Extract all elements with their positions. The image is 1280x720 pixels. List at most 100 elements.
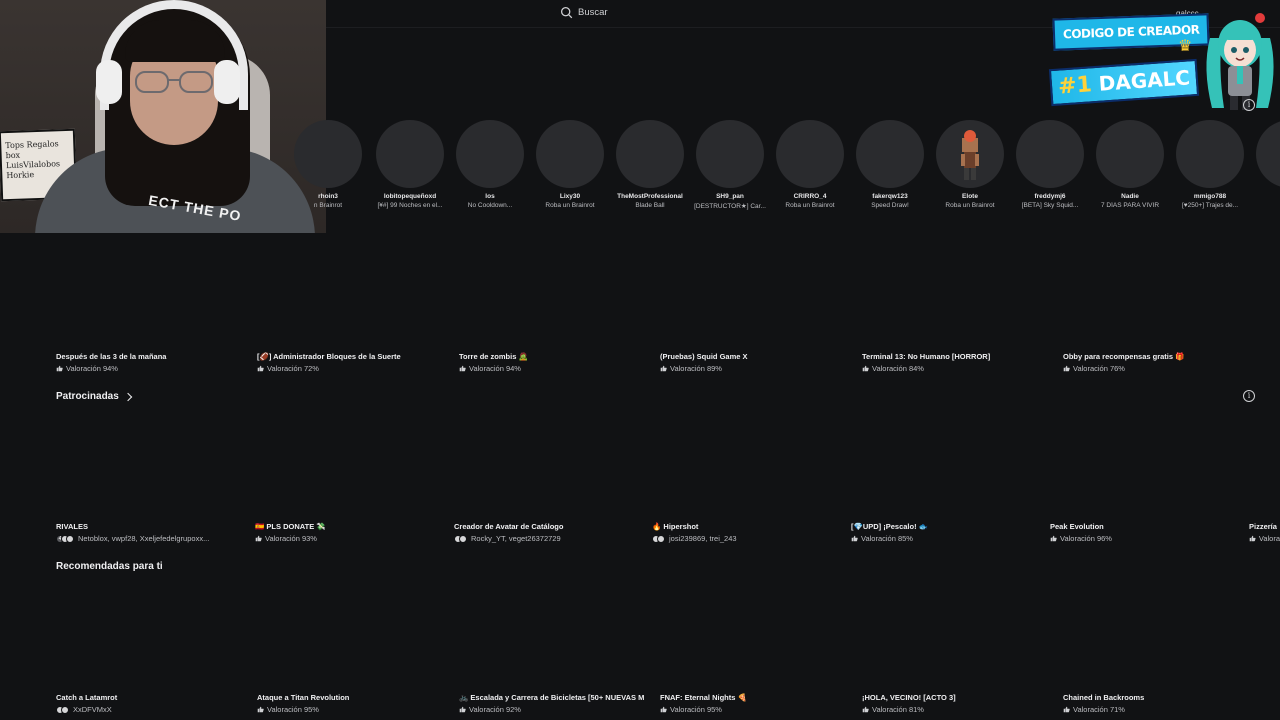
recommended-game-card[interactable]: FNAF: Eternal Nights 🍕 Valoración 95% [660, 693, 845, 714]
game-title: 🚲 Escalada y Carrera de Bicicletas [50+ … [459, 693, 644, 702]
friend-name: TheMostProfessional [617, 193, 683, 200]
friend-avatar[interactable] [856, 120, 924, 188]
game-title: Después de las 3 de la mañana [56, 352, 167, 361]
game-rating-text: Valoración 95% [670, 705, 722, 714]
recommended-section-title: Recomendadas para ti [56, 561, 163, 572]
recommended-game-card[interactable]: 🚲 Escalada y Carrera de Bicicletas [50+ … [459, 693, 644, 714]
friend-item[interactable]: lobitopequeñoxd [¥#] 99 Noches en el... [370, 120, 450, 209]
friend-item[interactable]: 5 Roba [1250, 120, 1280, 209]
sponsored-game-card[interactable]: [💎UPD] ¡Pescalo! 🐟 Valoración 85% [851, 522, 1036, 543]
friend-avatar[interactable] [616, 120, 684, 188]
thumbs-up-icon [1050, 535, 1057, 542]
friend-avatar[interactable] [1176, 120, 1244, 188]
friend-status: [♥250+] Trajes de... [1181, 202, 1239, 209]
friend-avatar[interactable] [376, 120, 444, 188]
friend-avatar[interactable] [456, 120, 524, 188]
game-title: Pizzería [1249, 522, 1277, 531]
friend-name: SH9_pan [716, 193, 744, 200]
game-rating: Valoración 95% [660, 705, 845, 714]
friend-avatar[interactable] [696, 120, 764, 188]
friend-avatar[interactable] [776, 120, 844, 188]
friend-avatar[interactable] [536, 120, 604, 188]
friend-status: Blade Ball [635, 202, 665, 209]
game-rating: Valoración 96% [1050, 534, 1235, 543]
game-rating-text: Valoración 93% [265, 534, 317, 543]
friend-item[interactable]: mmigo788 [♥250+] Trajes de... [1170, 120, 1250, 209]
friend-name: rhoin3 [318, 193, 338, 200]
search-button[interactable]: Buscar [560, 6, 608, 19]
game-rating: Valoración 85% [851, 534, 1036, 543]
info-icon[interactable]: i [1243, 99, 1255, 111]
friend-item[interactable]: Lixy30 Roba un Brainrot [530, 120, 610, 209]
recommended-game-card[interactable]: ¡HOLA, VECINO! [ACTO 3] Valoración 81% [862, 693, 1047, 714]
friend-status: Speed Draw! [871, 202, 909, 209]
creator-rank-name: DAGALC [1097, 65, 1191, 96]
game-card[interactable]: Torre de zombis 🧟 Valoración 94% [459, 352, 644, 373]
friend-name: fakerqw123 [872, 193, 908, 200]
game-rating-text: Valoración 89% [670, 364, 722, 373]
friend-item[interactable]: los No Cooldown... [450, 120, 530, 209]
sponsored-game-card[interactable]: Creador de Avatar de Catálogo Rocky_YT, v… [454, 522, 639, 543]
game-title: [💎UPD] ¡Pescalo! 🐟 [851, 522, 929, 531]
friend-avatars [652, 534, 665, 543]
game-card[interactable]: (Pruebas) Squid Game X Valoración 89% [660, 352, 845, 373]
friend-name: Elote [962, 193, 978, 200]
game-card[interactable]: Terminal 13: No Humano [HORROR] Valoració… [862, 352, 1047, 373]
thumbs-up-icon [257, 365, 264, 372]
friend-item[interactable]: Nadie 7 DÍAS PARA VIVIR [1090, 120, 1170, 209]
friend-item[interactable]: freddymj6 [BETA] Sky Squid... [1010, 120, 1090, 209]
thumbs-up-icon [459, 706, 466, 713]
sponsored-game-card[interactable]: 🇪🇸 PLS DONATE 💸 Valoración 93% [255, 522, 440, 543]
game-title: FNAF: Eternal Nights 🍕 [660, 693, 747, 702]
sponsored-section-title[interactable]: Patrocinadas [56, 391, 133, 402]
friend-item[interactable]: rhoin3 n Brainrot [288, 120, 368, 209]
game-players: Rocky_YT, veget26372729 [454, 534, 639, 543]
game-title: Terminal 13: No Humano [HORROR] [862, 352, 991, 361]
game-rating: Valoración 94% [459, 364, 644, 373]
game-card[interactable]: [🏈] Administrador Bloques de la Suerte Va… [257, 352, 442, 373]
game-rating-text: Valoración 85% [861, 534, 913, 543]
game-rating-text: Valoración 72% [267, 364, 319, 373]
friend-name: lobitopequeñoxd [383, 193, 437, 200]
game-rating: Valoración 93% [255, 534, 440, 543]
search-icon [560, 6, 573, 19]
sponsored-game-card[interactable]: Peak Evolution Valoración 96% [1050, 522, 1235, 543]
sponsored-game-card[interactable]: Pizzería Valora [1249, 522, 1280, 543]
game-card[interactable]: Obby para recompensas gratis 🎁 Valoración… [1063, 352, 1248, 373]
friend-avatar[interactable] [1096, 120, 1164, 188]
friend-avatars: 4 [56, 534, 74, 543]
friend-item[interactable]: SH9_pan [DESTRUCTOR★] Car... [690, 120, 770, 210]
friend-avatar[interactable] [936, 120, 1004, 188]
friend-status: No Cooldown... [467, 202, 513, 209]
friend-avatar[interactable] [1016, 120, 1084, 188]
friend-status: Roba un Brainrot [785, 202, 835, 209]
game-rating-text: Valoración 76% [1073, 364, 1125, 373]
game-card[interactable]: Después de las 3 de la mañana Valoración … [56, 352, 241, 373]
friend-avatar[interactable] [294, 120, 362, 188]
thumbs-up-icon [660, 365, 667, 372]
sponsored-game-card[interactable]: RIVALES 4 Netoblox, vwpf28, Xxeljefedelgru… [56, 522, 241, 543]
sponsored-info-icon[interactable]: i [1243, 390, 1255, 402]
creator-code-badge: CODIGO DE CREADOR #1 DAGALC ♛ [1048, 8, 1280, 113]
game-rating: Valoración 81% [862, 705, 1047, 714]
recommended-game-card[interactable]: Catch a Latamrot XxDFVMxX [56, 693, 241, 714]
friend-item[interactable]: CRIRRO_4 Roba un Brainrot [770, 120, 850, 209]
friend-item[interactable]: fakerqw123 Speed Draw! [850, 120, 930, 209]
thumbs-up-icon [56, 365, 63, 372]
game-title: [🏈] Administrador Bloques de la Suerte [257, 352, 401, 361]
game-rating-text: Valoración 96% [1060, 534, 1112, 543]
friend-name: Nadie [1121, 193, 1139, 200]
friend-avatars [454, 534, 467, 543]
game-title: Torre de zombis 🧟 [459, 352, 528, 361]
friend-name: Lixy30 [559, 193, 581, 200]
search-label: Buscar [578, 7, 608, 18]
recommended-game-card[interactable]: Chained in Backrooms Valoración 71% [1063, 693, 1248, 714]
recommended-game-card[interactable]: Ataque a Titan Revolution Valoración 95% [257, 693, 442, 714]
game-rating-text: Valoración 94% [66, 364, 118, 373]
friend-item[interactable]: TheMostProfessional Blade Ball [610, 120, 690, 209]
game-rating: Valoración 95% [257, 705, 442, 714]
friend-avatar[interactable] [1256, 120, 1280, 188]
mascot-image [1206, 13, 1274, 110]
friend-item[interactable]: Elote Roba un Brainrot [930, 120, 1010, 209]
sponsored-game-card[interactable]: 🔥 Hipershot josi239869, trei_243 [652, 522, 837, 543]
